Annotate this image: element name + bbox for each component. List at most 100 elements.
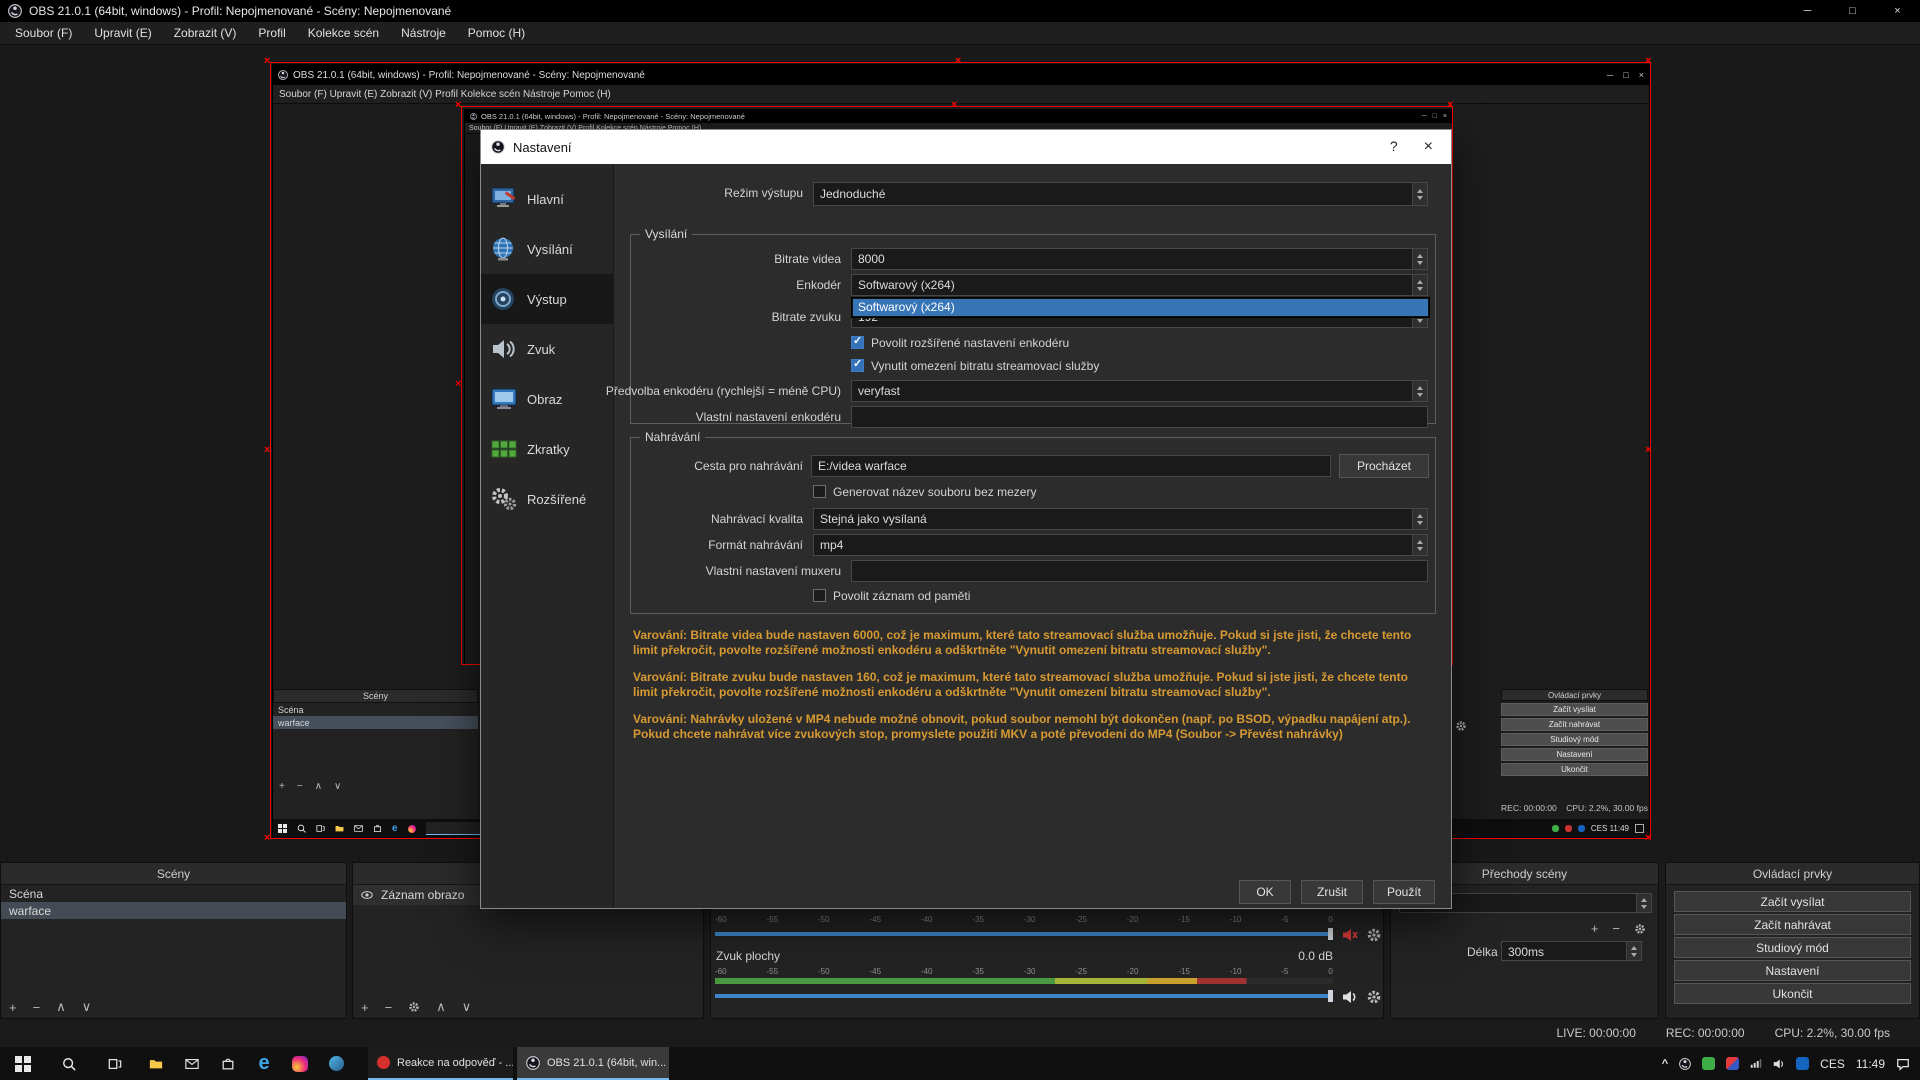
tray-icon-red-blue[interactable] (1726, 1057, 1740, 1070)
taskbar-app-reakce[interactable]: Reakce na odpověď - ... (368, 1047, 513, 1080)
encoder-dropdown-option[interactable]: Softwarový (x264) (853, 299, 1428, 316)
capture-handle-icon[interactable]: × (264, 833, 270, 844)
spinner-icon[interactable] (1412, 381, 1427, 401)
advanced-encoder-checkbox[interactable] (851, 335, 864, 349)
custom-encoder-settings-field[interactable] (851, 406, 1428, 428)
exit-button[interactable]: Ukončit (1674, 983, 1911, 1004)
tray-obs-icon[interactable] (1679, 1057, 1692, 1070)
instagram-button[interactable] (282, 1047, 318, 1080)
up-icon[interactable]: ∧ (436, 999, 446, 1015)
tray-icon-green[interactable] (1702, 1057, 1716, 1070)
taskbar-app-obs[interactable]: OBS 21.0.1 (64bit, win... (517, 1047, 669, 1080)
capture-handle-icon[interactable]: × (264, 445, 270, 456)
menu-profil[interactable]: Profil (247, 22, 296, 45)
replay-buffer-checkbox[interactable] (813, 589, 826, 602)
add-icon[interactable]: + (1591, 921, 1599, 936)
capture-handle-icon[interactable]: × (951, 100, 957, 111)
spinner-icon[interactable] (1626, 942, 1641, 960)
edge-button[interactable]: e (246, 1047, 282, 1080)
settings-button[interactable]: Nastavení (1674, 960, 1911, 981)
spinner-icon[interactable] (1412, 535, 1427, 555)
capture-handle-icon[interactable]: × (455, 100, 461, 111)
custom-muxer-settings-field[interactable] (851, 560, 1428, 582)
encoder-select[interactable]: Softwarový (x264) (851, 274, 1428, 296)
gear-icon[interactable] (408, 1001, 420, 1013)
output-mode-select[interactable]: Jednoduché (813, 182, 1428, 206)
no-space-filename-checkbox[interactable] (813, 485, 826, 498)
encoder-preset-select[interactable]: veryfast (851, 380, 1428, 402)
gear-icon[interactable] (1634, 923, 1646, 935)
capture-handle-icon[interactable]: × (1645, 833, 1651, 844)
close-icon[interactable]: × (1875, 0, 1920, 22)
file-explorer-button[interactable] (138, 1047, 174, 1080)
mail-button[interactable] (174, 1047, 210, 1080)
up-icon[interactable]: ∧ (56, 999, 66, 1015)
help-icon[interactable]: ? (1390, 138, 1398, 156)
start-streaming-button[interactable]: Začít vysílat (1674, 891, 1911, 912)
menu-soubor[interactable]: Soubor (F) (4, 22, 83, 45)
store-button[interactable] (210, 1047, 246, 1080)
add-icon[interactable]: + (9, 1000, 17, 1015)
capture-handle-icon[interactable]: × (264, 56, 270, 67)
encoder-dropdown[interactable]: Softwarový (x264) (851, 297, 1430, 318)
scene-row[interactable]: Scéna (1, 885, 346, 902)
capture-handle-icon[interactable]: × (1645, 56, 1651, 67)
menu-upravit[interactable]: Upravit (E) (83, 22, 162, 45)
spinner-icon[interactable] (1636, 894, 1651, 912)
advanced-encoder-checkbox-row[interactable]: Povolit rozšířené nastavení enkodéru (851, 335, 1069, 350)
spinner-icon[interactable] (1412, 275, 1427, 295)
gear-icon[interactable] (1366, 927, 1382, 943)
recording-path-field[interactable]: E:/videa warface (811, 455, 1331, 477)
enforce-bitrate-checkbox-row[interactable]: Vynutit omezení bitratu streamovací služ… (851, 358, 1099, 373)
duration-field[interactable]: 300ms (1501, 941, 1642, 961)
speaker-icon[interactable] (1342, 989, 1358, 1005)
menu-zobrazit[interactable]: Zobrazit (V) (163, 22, 248, 45)
add-icon[interactable]: + (361, 1000, 369, 1015)
remove-icon[interactable]: − (1612, 921, 1620, 936)
speaker-muted-icon[interactable] (1342, 927, 1358, 943)
remove-icon[interactable]: − (385, 1000, 393, 1015)
apply-button[interactable]: Použít (1373, 880, 1435, 904)
video-bitrate-field[interactable]: 8000 (851, 248, 1428, 270)
menu-nastroje[interactable]: Nástroje (390, 22, 457, 45)
minimize-icon[interactable]: ─ (1785, 0, 1830, 22)
volume-icon[interactable] (1773, 1058, 1785, 1070)
volume-slider[interactable] (715, 927, 1333, 941)
capture-handle-icon[interactable]: × (955, 56, 961, 67)
cancel-button[interactable]: Zrušit (1301, 880, 1363, 904)
clock[interactable]: 11:49 (1856, 1057, 1885, 1071)
studio-mode-button[interactable]: Studiový mód (1674, 937, 1911, 958)
menu-kolekce-scen[interactable]: Kolekce scén (297, 22, 390, 45)
search-button[interactable] (46, 1047, 92, 1080)
capture-handle-icon[interactable]: × (1447, 100, 1453, 111)
sidebar-item-zvuk[interactable]: Zvuk (481, 324, 613, 374)
tray-chevron-icon[interactable]: ^ (1662, 1058, 1668, 1070)
browse-button[interactable]: Procházet (1339, 454, 1429, 478)
eye-icon[interactable] (361, 889, 373, 901)
network-icon[interactable] (1750, 1058, 1762, 1070)
action-center-icon[interactable] (1896, 1057, 1910, 1071)
start-button[interactable] (0, 1047, 46, 1080)
ok-button[interactable]: OK (1239, 880, 1291, 904)
down-icon[interactable]: ∨ (82, 999, 92, 1015)
spinner-icon[interactable] (1412, 249, 1427, 269)
tray-icon-blue[interactable] (1796, 1057, 1810, 1070)
task-view-button[interactable] (92, 1047, 138, 1080)
capture-handle-icon[interactable]: × (455, 379, 461, 390)
down-icon[interactable]: ∨ (462, 999, 472, 1015)
recording-format-select[interactable]: mp4 (813, 534, 1428, 556)
recording-quality-select[interactable]: Stejná jako vysílaná (813, 508, 1428, 530)
language-indicator[interactable]: CES (1820, 1057, 1845, 1071)
gear-icon[interactable] (1366, 989, 1382, 1005)
close-icon[interactable]: × (1424, 138, 1433, 156)
remove-icon[interactable]: − (33, 1000, 41, 1015)
capture-handle-icon[interactable]: × (1645, 445, 1651, 456)
maximize-icon[interactable]: □ (1830, 0, 1875, 22)
enforce-bitrate-checkbox[interactable] (851, 358, 864, 372)
scene-row-selected[interactable]: warface (1, 902, 346, 919)
no-space-filename-checkbox-row[interactable]: Generovat název souboru bez mezery (813, 484, 1036, 499)
volume-slider[interactable] (715, 989, 1333, 1003)
spinner-icon[interactable] (1412, 509, 1427, 529)
spinner-icon[interactable] (1412, 183, 1427, 205)
pinned-app-button[interactable] (318, 1047, 354, 1080)
